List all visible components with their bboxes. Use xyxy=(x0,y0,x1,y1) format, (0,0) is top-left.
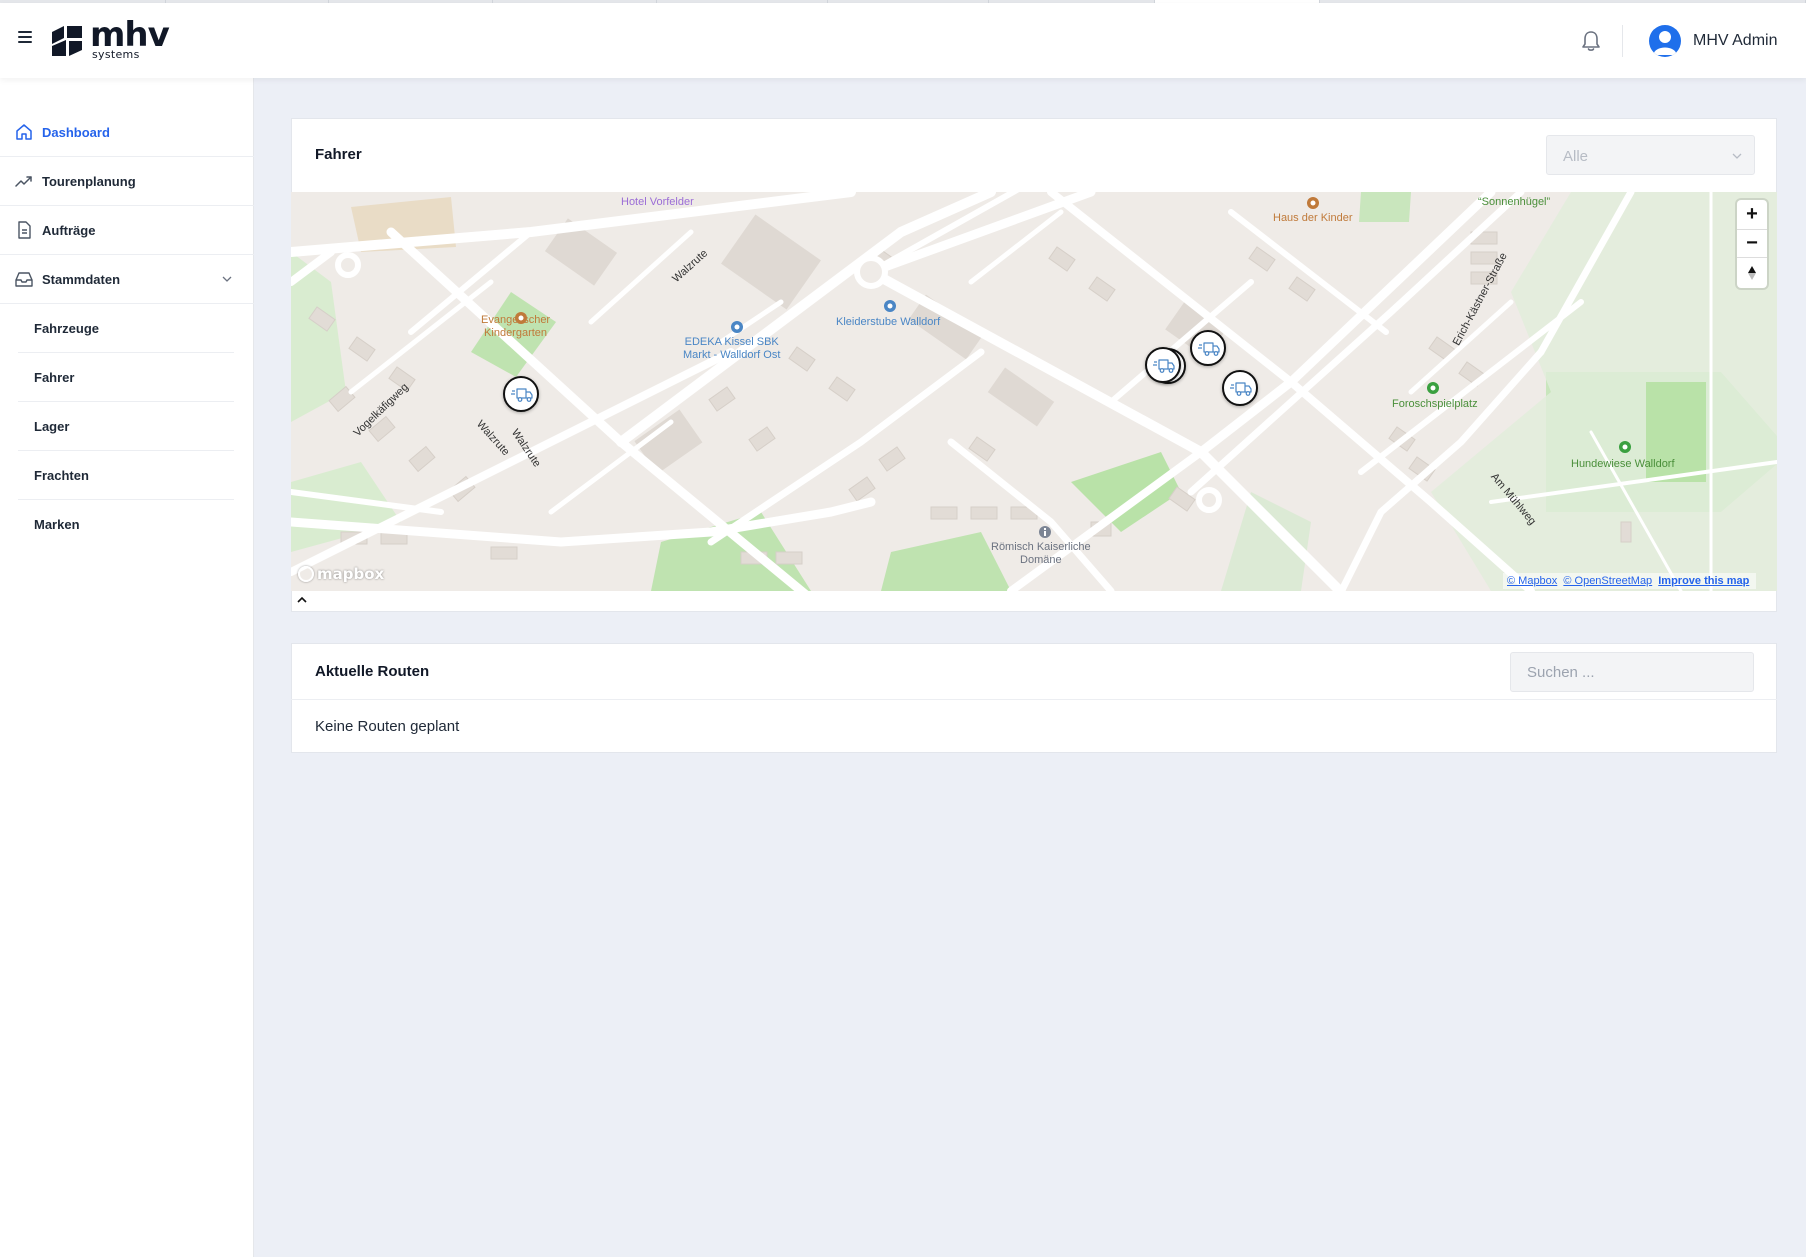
playground-poi-icon xyxy=(1427,382,1439,394)
sidebar-subitem-label: Lager xyxy=(34,418,70,434)
sidebar-subitem-fahrzeuge[interactable]: Fahrzeuge xyxy=(18,304,234,353)
sidebar-subitem-label: Fahrzeuge xyxy=(34,320,100,336)
sidebar-item-label: Aufträge xyxy=(42,222,96,238)
map-label-hundewiese: Hundewiese Walldorf xyxy=(1571,458,1675,470)
chevron-down-icon xyxy=(1732,153,1742,159)
sidebar-item-stammdaten[interactable]: Stammdaten xyxy=(0,255,254,304)
sidebar-subitem-lager[interactable]: Lager xyxy=(18,402,234,451)
map-label-kindergarten-line2: Kindergarten xyxy=(484,327,548,339)
document-icon xyxy=(18,221,31,239)
sidebar-subitem-frachten[interactable]: Frachten xyxy=(18,451,234,500)
drivers-map[interactable]: Hotel Vorfelder Haus der Kinder “Sonnenh… xyxy=(291,192,1777,591)
chevron-down-icon xyxy=(222,276,232,282)
mapbox-logo-icon xyxy=(298,566,314,582)
zoom-in-button[interactable]: + xyxy=(1737,200,1767,229)
clothing-poi-icon xyxy=(884,300,896,312)
kindergarten-poi-icon xyxy=(515,312,527,324)
home-icon xyxy=(16,124,32,140)
mapbox-logo[interactable]: mapbox xyxy=(298,564,384,584)
drivers-card-title: Fahrer xyxy=(315,146,362,163)
chevron-up-icon[interactable] xyxy=(296,595,308,605)
trend-up-icon xyxy=(15,176,32,187)
truck-marker[interactable] xyxy=(1145,347,1181,383)
sidebar-subitem-label: Frachten xyxy=(34,467,89,483)
brand-logo[interactable]: mhv systems xyxy=(52,15,170,63)
map-label-edeka-line1: EDEKA Kissel SBK xyxy=(684,336,779,348)
map-label-hotel: Hotel Vorfelder xyxy=(621,196,694,208)
map-label-foroschspielplatz: Foroschspielplatz xyxy=(1392,398,1478,410)
sidebar-subitem-fahrer[interactable]: Fahrer xyxy=(18,353,234,402)
user-avatar-icon xyxy=(1649,25,1681,57)
notification-bell-icon[interactable] xyxy=(1580,29,1602,53)
sidebar-item-auftraege[interactable]: Aufträge xyxy=(0,206,254,255)
truck-icon xyxy=(1230,382,1252,396)
map-zoom-control: + − xyxy=(1737,200,1767,288)
driver-filter-value: Alle xyxy=(1563,148,1589,165)
routes-card-divider xyxy=(291,699,1777,700)
routes-search-input[interactable] xyxy=(1510,652,1754,692)
sidebar: Dashboard Tourenplanung Aufträge Stammda… xyxy=(0,78,254,1257)
dog-park-poi-icon xyxy=(1619,441,1631,453)
attribution-mapbox-link[interactable]: © Mapbox xyxy=(1507,575,1557,587)
map-attribution: © Mapbox © OpenStreetMap Improve this ma… xyxy=(1503,573,1757,589)
map-label-sonnenhuegel: “Sonnenhügel” xyxy=(1478,196,1551,208)
truck-icon xyxy=(1153,359,1175,373)
user-name: MHV Admin xyxy=(1693,32,1778,49)
truck-icon xyxy=(511,388,533,402)
mapbox-logo-text: mapbox xyxy=(317,565,385,583)
sidebar-subitem-label: Marken xyxy=(34,517,80,532)
childcare-poi-icon xyxy=(1307,197,1319,209)
sidebar-subitem-marken[interactable]: Marken xyxy=(18,500,234,549)
driver-filter-select[interactable]: Alle xyxy=(1546,135,1755,175)
sidebar-item-label: Tourenplanung xyxy=(42,173,136,189)
user-menu[interactable]: MHV Admin xyxy=(1649,24,1777,58)
compass-button[interactable] xyxy=(1737,258,1767,287)
map-label-roemisch-line1: Römisch Kaiserliche xyxy=(991,541,1091,553)
truck-marker[interactable] xyxy=(503,376,539,412)
routes-empty-message: Keine Routen geplant xyxy=(315,718,460,735)
hamburger-menu-icon[interactable] xyxy=(18,31,38,49)
compass-icon xyxy=(1748,265,1756,280)
zoom-out-button[interactable]: − xyxy=(1737,229,1767,258)
sidebar-item-dashboard[interactable]: Dashboard xyxy=(0,108,254,157)
sidebar-item-tourenplanung[interactable]: Tourenplanung xyxy=(0,157,254,206)
map-label-kleiderstube: Kleiderstube Walldorf xyxy=(836,316,941,328)
map-label-edeka-line2: Markt - Walldorf Ost xyxy=(683,349,781,361)
attribution-osm-link[interactable]: © OpenStreetMap xyxy=(1563,575,1652,587)
truck-marker[interactable] xyxy=(1190,330,1226,366)
map-label-roemisch-line2: Domäne xyxy=(1020,554,1062,566)
map-label-haus-der-kinder: Haus der Kinder xyxy=(1273,212,1353,224)
map-label-roemisch: Römisch Kaiserliche Domäne xyxy=(991,541,1091,567)
shop-poi-icon xyxy=(731,321,743,333)
logo-mark-icon xyxy=(52,26,82,56)
sidebar-subitem-label: Fahrer xyxy=(34,369,75,385)
routes-card-title: Aktuelle Routen xyxy=(315,663,430,680)
sidebar-item-label: Stammdaten xyxy=(42,271,121,287)
brand-subtitle: systems xyxy=(92,48,140,61)
improve-map-link[interactable]: Improve this map xyxy=(1658,575,1749,587)
map-label-edeka: EDEKA Kissel SBK Markt - Walldorf Ost xyxy=(683,336,780,362)
inbox-icon xyxy=(15,272,33,287)
info-poi-icon xyxy=(1039,526,1051,538)
sidebar-item-label: Dashboard xyxy=(42,124,110,140)
truck-icon xyxy=(1198,342,1220,356)
truck-marker[interactable] xyxy=(1222,370,1258,406)
top-header: mhv systems MHV Admin xyxy=(0,3,1806,78)
header-divider xyxy=(1622,25,1623,57)
